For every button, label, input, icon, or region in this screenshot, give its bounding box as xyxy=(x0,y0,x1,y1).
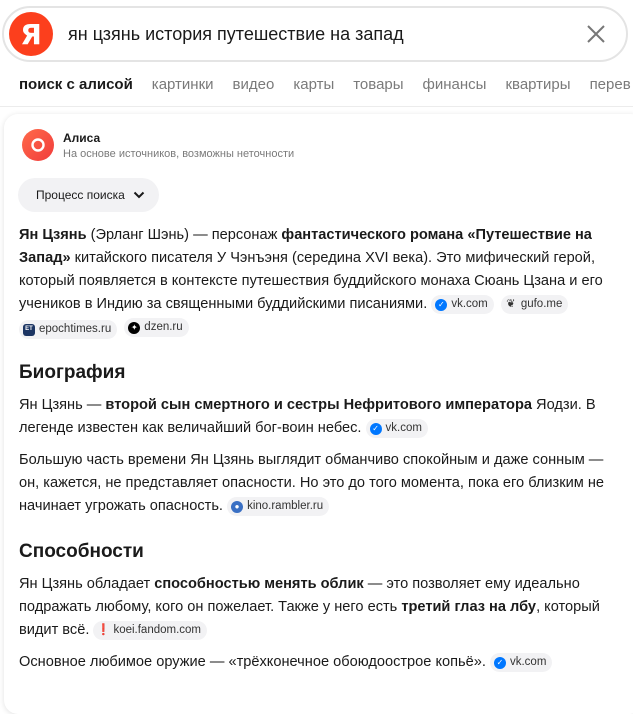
vk-icon: ✓ xyxy=(435,298,448,311)
vk-icon: ✓ xyxy=(369,422,382,435)
epochtimes-icon: ET xyxy=(23,323,35,336)
answer-content: Ян Цзянь (Эрланг Шэнь) — персонаж фантас… xyxy=(19,224,619,674)
biography-paragraph-1: Ян Цзянь — второй сын смертного и сестры… xyxy=(19,397,596,438)
source-chip-epochtimes[interactable]: ET epochtimes.ru xyxy=(19,320,118,339)
owl-icon: ❦ xyxy=(506,298,516,310)
source-chip-gufo[interactable]: ❦ gufo.me xyxy=(500,295,569,314)
search-bar[interactable]: Я ян цзянь история путешествие на запад xyxy=(2,6,628,62)
abilities-heading: Способности xyxy=(19,541,144,562)
yandex-logo[interactable]: Я xyxy=(9,12,53,56)
search-tabs: поиск с алисой картинки видео карты това… xyxy=(19,76,633,93)
source-chip-dzen[interactable]: ✦ dzen.ru xyxy=(124,318,189,337)
rambler-icon: ● xyxy=(231,500,244,513)
alice-icon xyxy=(22,129,54,161)
vk-icon: ✓ xyxy=(493,656,506,669)
close-icon xyxy=(587,25,605,43)
logo-letter: Я xyxy=(20,17,42,51)
alice-answer-card: Алиса На основе источников, возможны нет… xyxy=(4,114,633,714)
source-chip-vk[interactable]: ✓ vk.com xyxy=(431,295,494,314)
intro-paragraph: Ян Цзянь (Эрланг Шэнь) — персонаж фантас… xyxy=(19,224,619,339)
search-input[interactable]: ян цзянь история путешествие на запад xyxy=(68,24,576,45)
tab-products[interactable]: товары xyxy=(353,76,403,93)
abilities-paragraph-1: Ян Цзянь обладает способностью менять об… xyxy=(19,576,600,640)
alice-header: Алиса На основе источников, возможны нет… xyxy=(22,129,294,161)
tab-maps[interactable]: карты xyxy=(293,76,334,93)
source-chip-koei[interactable]: ❗ koei.fandom.com xyxy=(93,621,208,640)
tab-apartments[interactable]: квартиры xyxy=(505,76,570,93)
tab-images[interactable]: картинки xyxy=(152,76,214,93)
search-process-button[interactable]: Процесс поиска xyxy=(18,178,159,212)
source-chip-rambler[interactable]: ● kino.rambler.ru xyxy=(227,497,330,516)
tab-finance[interactable]: финансы xyxy=(423,76,487,93)
chevron-down-icon xyxy=(133,191,144,199)
dzen-icon: ✦ xyxy=(128,321,141,334)
search-process-label: Процесс поиска xyxy=(36,188,125,202)
tab-translate[interactable]: перев xyxy=(590,76,631,93)
clear-search-button[interactable] xyxy=(576,14,616,54)
tab-video[interactable]: видео xyxy=(233,76,275,93)
fandom-icon: ❗ xyxy=(96,624,111,636)
abilities-paragraph-2: Основное любимое оружие — «трёхконечное … xyxy=(19,651,619,674)
biography-paragraph-2: Большую часть времени Ян Цзянь выглядит … xyxy=(19,452,605,516)
tab-alice-search[interactable]: поиск с алисой xyxy=(19,76,133,93)
alice-disclaimer: На основе источников, возможны неточност… xyxy=(63,147,295,160)
source-chip-vk[interactable]: ✓ vk.com xyxy=(365,419,428,438)
alice-name: Алиса xyxy=(63,130,101,145)
source-chip-vk[interactable]: ✓ vk.com xyxy=(489,653,553,672)
biography-heading: Биография xyxy=(19,362,126,383)
tabs-divider xyxy=(0,106,633,107)
